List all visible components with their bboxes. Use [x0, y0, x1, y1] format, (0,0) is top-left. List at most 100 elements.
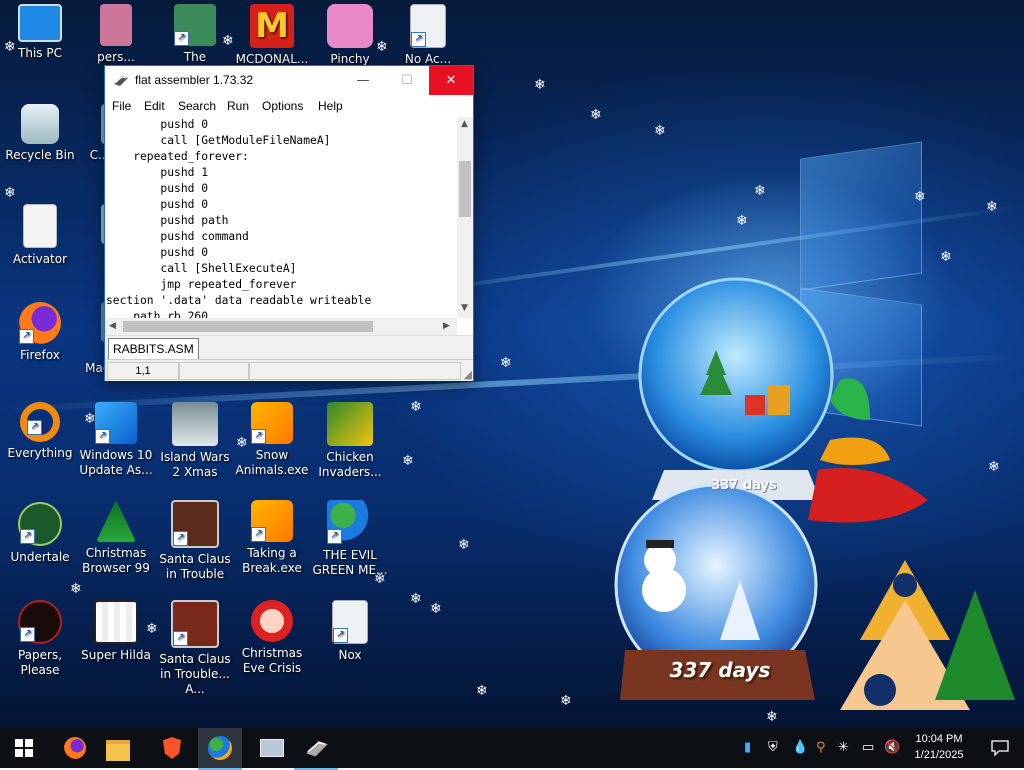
flat-assembler-window[interactable]: flat assembler 1.73.32 — ☐ ✕ File Edit S… [104, 65, 474, 381]
minimize-button[interactable]: — [341, 66, 385, 95]
shortcut-arrow-icon: ↗ [27, 420, 42, 435]
desktop-icon-label: Nox [338, 648, 362, 662]
snowflake-icon: ❄ [500, 355, 512, 371]
code-line: pushd 0 [106, 246, 209, 259]
snowflake-icon: ❄ [4, 185, 16, 201]
maximize-button[interactable]: ☐ [385, 66, 429, 95]
desktop-icon-nox[interactable]: ↗ Nox [310, 600, 390, 663]
desktop-icon-mcdonalds[interactable]: M MCDONAL... [232, 4, 312, 67]
menu-options[interactable]: Options [262, 99, 303, 113]
desktop-icon-evil-green-me[interactable]: ↗ THE EVIL GREEN ME... [310, 500, 390, 578]
desktop-icon-pers[interactable]: pers... [76, 4, 156, 65]
taskbar-file-explorer[interactable] [96, 728, 140, 768]
snowflake-icon: ❄ [986, 199, 998, 215]
binary-file-icon: ↗ [332, 600, 368, 644]
desktop-icon-island-wars[interactable]: Island Wars 2 Xmas [155, 402, 235, 480]
pig-icon [327, 4, 373, 48]
code-editor[interactable]: pushd 0 call [GetModuleFileNameA] repeat… [105, 117, 457, 318]
desktop-icon-label: Snow Animals.exe [235, 448, 309, 477]
snowflake-icon: ❄ [534, 77, 546, 93]
horizontal-scrollbar[interactable]: ◀ ▶ [105, 318, 457, 335]
desktop-icon-label: Undertale [10, 550, 70, 564]
snowflake-icon: ❄ [654, 123, 666, 139]
close-button[interactable]: ✕ [429, 66, 473, 95]
code-line: path rb 260 [106, 310, 209, 318]
desktop-icon-label: Taking a Break.exe [242, 546, 302, 575]
desktop-icon-this-pc[interactable]: This PC [0, 4, 80, 61]
snowflake-icon: ❄ [754, 183, 766, 199]
snowflake-icon: ❄ [766, 709, 778, 725]
scroll-up-icon[interactable]: ▲ [461, 119, 468, 129]
scroll-down-icon[interactable]: ▼ [461, 303, 468, 313]
desktop-icon-label: Island Wars 2 Xmas [160, 450, 230, 479]
desktop-icon-label: Christmas Browser 99 [82, 546, 150, 575]
search-icon[interactable]: ⚲ [816, 740, 826, 755]
flat-assembler-icon [306, 741, 328, 757]
title-bar[interactable]: flat assembler 1.73.32 — ☐ ✕ [105, 66, 473, 95]
status-bar: 1,1 ◢ [105, 359, 473, 381]
taskbar-brave[interactable] [150, 728, 194, 768]
volume-mute-icon[interactable]: 🔇 [884, 740, 900, 755]
desktop-icon-windows-10-update[interactable]: ↗ Windows 10 Update As... [76, 402, 156, 478]
menu-edit[interactable]: Edit [144, 99, 165, 113]
notification-center-button[interactable] [978, 728, 1022, 768]
menu-search[interactable]: Search [178, 99, 216, 113]
desktop-icon-undertale[interactable]: ↗ Undertale [0, 502, 80, 565]
papers-please-icon: ↗ [18, 600, 62, 644]
code-line: pushd 0 [106, 118, 209, 131]
desktop-icon-label: Santa Claus in Trouble [159, 552, 231, 581]
taskbar-firefox[interactable] [52, 728, 96, 768]
desktop-icon-taking-a-break[interactable]: ↗ Taking a Break.exe [232, 500, 312, 576]
desktop-icon-chicken-invaders[interactable]: Chicken Invaders... [310, 402, 390, 480]
desktop: 337 days 337 days ❄ ❄ ❄ ❄ ❄ ❄ ❄ ❄ ❄ ❄ ❄ … [0, 0, 1024, 728]
status-field [179, 362, 249, 380]
taskbar-messenger[interactable] [198, 728, 242, 770]
desktop-icon-christmas-eve-crisis[interactable]: Christmas Eve Crisis [232, 600, 312, 676]
shortcut-arrow-icon: ↗ [173, 631, 188, 646]
desktop-icon-no-ac[interactable]: ↗ No Ac... [388, 4, 468, 67]
menu-bar: File Edit Search Run Options Help [105, 95, 473, 117]
menu-run[interactable]: Run [227, 99, 249, 113]
menu-help[interactable]: Help [318, 99, 343, 113]
desktop-icon-santa-claus-trouble-a[interactable]: ↗ Santa Claus in Trouble... A... [155, 600, 235, 697]
desktop-icon-papers-please[interactable]: ↗ Papers, Please [0, 600, 80, 678]
file-tabs: RABBITS.ASM [105, 335, 473, 360]
days-counter-bottom: 337 days [669, 658, 771, 682]
desktop-icon-label: This PC [18, 46, 62, 60]
tab-rabbits-asm[interactable]: RABBITS.ASM [108, 338, 199, 360]
desktop-icon-firefox[interactable]: ↗ Firefox [0, 302, 80, 363]
drop-icon[interactable]: 💧 [792, 740, 808, 755]
code-line: section '.data' data readable writeable [106, 294, 372, 307]
start-button[interactable] [2, 728, 46, 768]
resize-grip-icon[interactable]: ◢ [464, 368, 472, 381]
scroll-right-icon[interactable]: ▶ [443, 321, 450, 331]
code-line: pushd 1 [106, 166, 209, 179]
snow-island-icon [172, 402, 218, 446]
shield-icon[interactable]: ⛨ [768, 740, 778, 755]
monitor-icon [18, 4, 62, 42]
desktop-icon-label: Recycle Bin [5, 148, 75, 162]
desktop-icon-santa-claus-trouble[interactable]: ↗ Santa Claus in Trouble [155, 500, 235, 582]
desktop-icon-christmas-browser[interactable]: Christmas Browser 99 [76, 500, 156, 576]
taskbar-flat-assembler[interactable] [294, 728, 338, 770]
taskbar-computer-network[interactable] [248, 728, 292, 768]
scroll-left-icon[interactable]: ◀ [109, 321, 116, 331]
desktop-icon-everything[interactable]: ↗ Everything [0, 402, 80, 461]
shortcut-arrow-icon: ↗ [19, 329, 34, 344]
desktop-icon-recycle-bin[interactable]: Recycle Bin [0, 104, 80, 163]
snowflake-icon: ❄ [70, 581, 82, 597]
menu-file[interactable]: File [112, 99, 131, 113]
desktop-icon-snow-animals[interactable]: ↗ Snow Animals.exe [232, 402, 312, 478]
desktop-icon-super-hilda[interactable]: Super Hilda [76, 600, 156, 663]
desktop-icon-activator[interactable]: Activator [0, 204, 80, 267]
firefox-icon: ↗ [19, 302, 61, 344]
clock-time: 10:04 PM [915, 733, 963, 745]
clock[interactable]: 10:04 PM 1/21/2025 [902, 731, 976, 763]
network-icon[interactable]: ▮ [744, 740, 751, 755]
display-icon[interactable]: ▭ [862, 740, 874, 755]
sparkle-icon[interactable]: ✳ [838, 740, 849, 755]
vertical-scroll-thumb[interactable] [459, 161, 471, 217]
shortcut-arrow-icon: ↗ [327, 529, 342, 544]
horizontal-scroll-thumb[interactable] [123, 321, 373, 332]
vertical-scrollbar[interactable]: ▲ ▼ [457, 117, 473, 318]
